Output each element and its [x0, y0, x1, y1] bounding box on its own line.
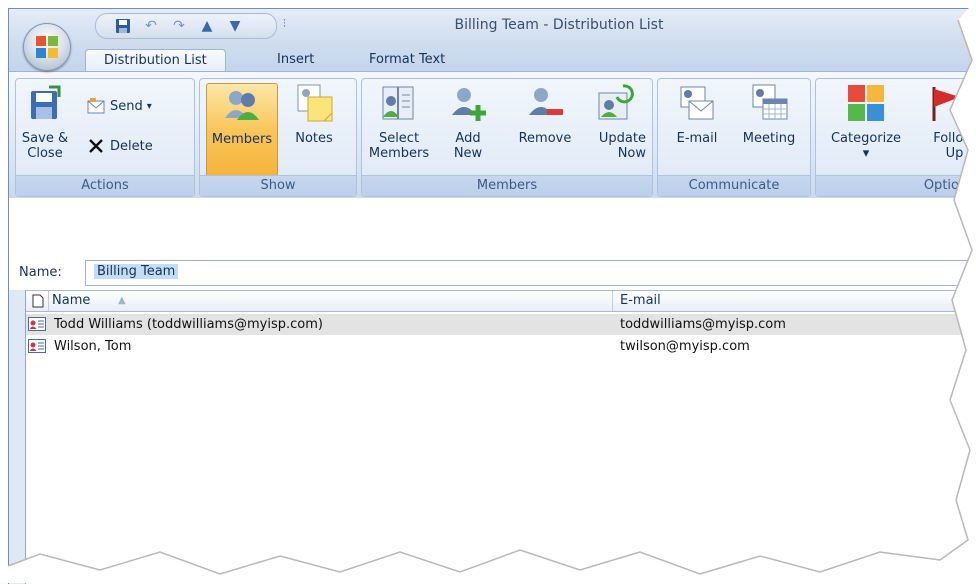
members-label: Members [211, 132, 273, 147]
update-now-icon [598, 84, 634, 120]
select-members-label: Select Members [368, 131, 430, 161]
actions-group-label: Actions [16, 175, 194, 196]
delete-label: Delete [110, 138, 153, 154]
send-button[interactable]: Send ▾ [86, 95, 152, 117]
previous-item-icon[interactable]: ▲ [196, 17, 218, 35]
options-group: Categorize ▾ Follow Up ▾ Options [815, 78, 976, 197]
notes-view-button[interactable]: Notes [282, 83, 346, 175]
show-group: Members Notes Show [199, 78, 357, 197]
name-value: Billing Team [94, 264, 179, 279]
ribbon-tabs: Distribution List Insert Format Text [9, 45, 976, 72]
name-label: Name: [19, 265, 62, 280]
add-member-icon [452, 88, 486, 121]
save-close-label: Save & Close [21, 131, 69, 161]
save-close-icon [31, 85, 61, 119]
next-item-icon[interactable]: ▼ [224, 17, 246, 35]
contact-card-icon [28, 317, 46, 331]
add-new-label: Add New [453, 131, 483, 161]
meeting-label: Meeting [742, 131, 796, 146]
item-type-column-icon[interactable] [32, 294, 44, 308]
follow-up-button[interactable]: Follow Up ▾ [914, 83, 974, 175]
remove-button[interactable]: Remove [512, 83, 578, 175]
save-icon[interactable] [112, 17, 134, 35]
meeting-icon [752, 84, 788, 120]
members-list: Name ▲ E-mail Todd Williams (toddwilliam… [25, 290, 976, 584]
send-icon [87, 98, 105, 114]
flag-icon [932, 87, 960, 121]
member-name: Todd Williams (toddwilliams@myisp.com) [54, 317, 323, 332]
email-label: E-mail [676, 131, 718, 146]
categorize-button[interactable]: Categorize ▾ [820, 83, 912, 175]
add-new-button[interactable]: Add New [442, 83, 494, 175]
table-row[interactable]: Todd Williams (toddwilliams@myisp.com) t… [26, 314, 976, 335]
communicate-group-label: Communicate [658, 175, 810, 196]
outlook-window: ↶ ↷ ▲ ▼ ⫶ Billing Team - Distribution Li… [8, 8, 976, 584]
customize-toolbar-icon[interactable]: ⫶ [283, 17, 286, 31]
quick-access-toolbar: ↶ ↷ ▲ ▼ [95, 13, 277, 39]
name-bar: Name: Billing Team [9, 198, 976, 290]
undo-icon[interactable]: ↶ [140, 17, 162, 35]
update-now-button[interactable]: Update Now [584, 83, 646, 175]
select-members-button[interactable]: Select Members [366, 83, 432, 175]
members-group: Select Members Add New Remove Update Now… [361, 78, 653, 197]
window-title: Billing Team - Distribution List [454, 17, 664, 33]
members-view-button[interactable]: Members [206, 83, 278, 177]
members-group-label: Members [362, 175, 652, 196]
member-email: twilson@myisp.com [620, 339, 750, 354]
office-logo-icon [36, 36, 58, 58]
communicate-group: E-mail Meeting Communicate [657, 78, 811, 197]
tab-distribution-list[interactable]: Distribution List [85, 49, 226, 72]
redo-icon[interactable]: ↷ [168, 17, 190, 35]
column-header-name[interactable]: Name [52, 293, 90, 308]
send-dropdown-icon: ▾ [146, 100, 152, 112]
categorize-label: Categorize ▾ [830, 131, 902, 161]
categorize-icon [848, 85, 884, 121]
member-name: Wilson, Tom [54, 339, 132, 354]
ribbon: Save & Close Send ▾ Delete Actions Membe… [9, 71, 976, 199]
column-separator[interactable] [612, 291, 613, 311]
member-email: toddwilliams@myisp.com [620, 317, 786, 332]
contact-card-icon [28, 339, 46, 353]
options-group-label: Options [816, 175, 976, 196]
email-icon [680, 86, 714, 120]
title-bar: ↶ ↷ ▲ ▼ ⫶ Billing Team - Distribution Li… [9, 9, 976, 45]
column-header-email[interactable]: E-mail [620, 293, 661, 308]
delete-icon [89, 139, 103, 153]
table-row[interactable]: Wilson, Tom twilson@myisp.com [26, 336, 976, 357]
notes-label: Notes [295, 131, 333, 146]
name-input[interactable]: Billing Team [85, 260, 976, 286]
notes-icon [297, 84, 333, 122]
tab-insert[interactable]: Insert [271, 49, 320, 71]
follow-up-label: Follow Up ▾ [933, 131, 974, 161]
email-button[interactable]: E-mail [664, 83, 730, 175]
office-button[interactable] [23, 23, 71, 71]
remove-label: Remove [518, 131, 572, 146]
address-book-icon [382, 86, 414, 120]
remove-member-icon [529, 88, 563, 115]
send-label: Send [110, 98, 143, 114]
update-now-label: Update Now [598, 131, 646, 161]
sort-ascending-icon: ▲ [118, 295, 126, 306]
members-icon [225, 91, 259, 120]
show-group-label: Show [200, 175, 356, 196]
delete-button[interactable]: Delete [86, 135, 153, 157]
column-separator[interactable] [48, 291, 49, 311]
meeting-button[interactable]: Meeting [734, 83, 804, 175]
actions-group: Save & Close Send ▾ Delete Actions [15, 78, 195, 197]
list-header: Name ▲ E-mail [26, 290, 976, 312]
tab-format-text[interactable]: Format Text [363, 49, 451, 71]
save-close-button[interactable]: Save & Close [18, 83, 72, 175]
